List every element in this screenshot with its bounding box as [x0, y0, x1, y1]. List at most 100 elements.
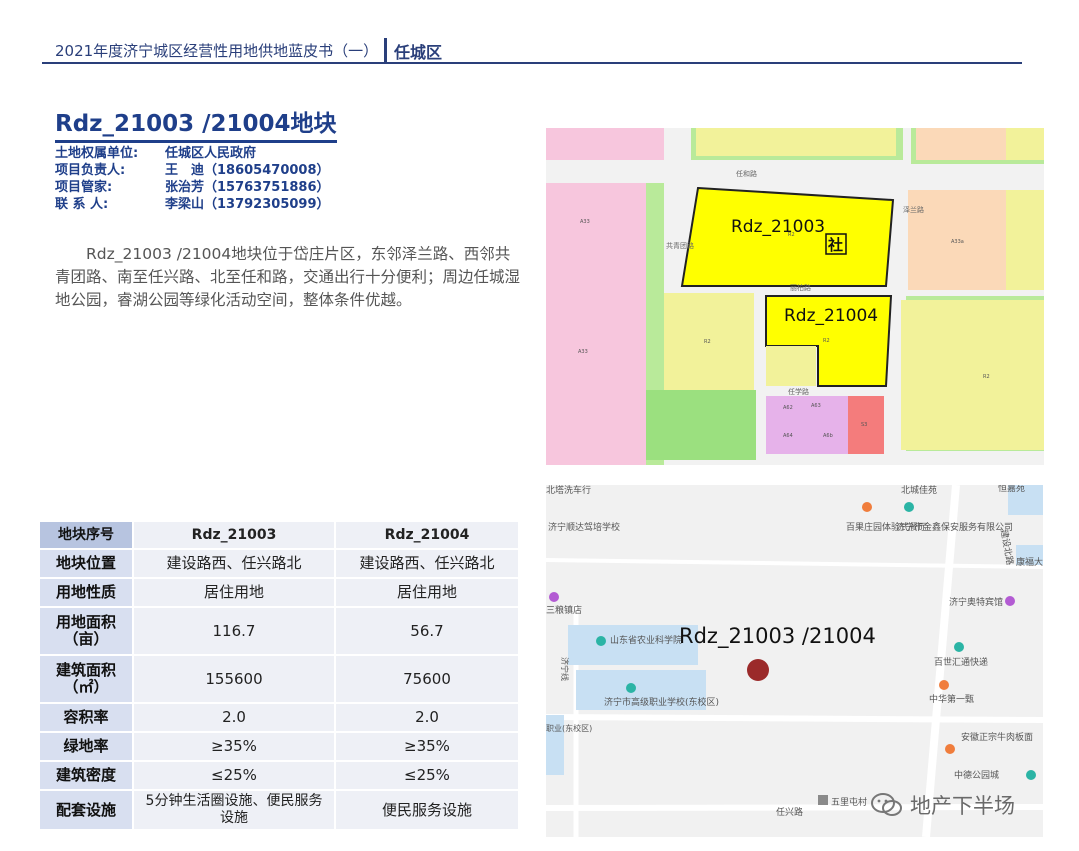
- zone-code: A62: [783, 405, 793, 411]
- zone-code: A64: [783, 433, 793, 439]
- poi-label: 恒嘉苑: [998, 485, 1025, 494]
- info-key: 项目管家:: [55, 180, 113, 195]
- road-label: 丽柏路: [790, 283, 811, 292]
- info-value: 李梁山（13792305099）: [165, 197, 330, 212]
- row-value: 建设路西、任兴路北: [334, 550, 518, 577]
- poi-label: 职业(东校区): [546, 723, 592, 733]
- document-header-title: 2021年度济宁城区经营性用地供地蓝皮书（一）: [55, 42, 379, 60]
- row-label: 用地性质: [40, 579, 132, 606]
- zone-code: R2: [788, 232, 795, 238]
- location-map-label: Rdz_21003 /21004: [679, 624, 876, 649]
- poi-label: 五里屯村: [831, 796, 867, 808]
- header-divider: [384, 38, 387, 62]
- row-value: ≥35%: [132, 733, 334, 760]
- row-label: 绿地率: [40, 733, 132, 760]
- row-value: 居住用地: [132, 579, 334, 606]
- poi-label: 济宁市金鑫保安服务有限公司: [896, 521, 1013, 533]
- parcel-facts-table: 地块序号 Rdz_21003 Rdz_21004 地块位置 建设路西、任兴路北 …: [40, 520, 518, 831]
- row-value: 75600: [334, 656, 518, 702]
- poi-marker-icon: [1005, 596, 1015, 606]
- table-header-cell: Rdz_21003: [132, 522, 334, 548]
- info-value: 任城区人民政府: [165, 146, 257, 161]
- row-label: 容积率: [40, 704, 132, 731]
- site-marker-icon: [747, 659, 769, 681]
- poi-marker-icon: [818, 795, 828, 805]
- info-key: 联 系 人:: [55, 197, 109, 212]
- info-value: 王 迪（18605470008）: [165, 163, 330, 178]
- poi-label: 济宁线: [560, 657, 570, 681]
- poi-label: 任兴路: [776, 806, 803, 818]
- table-row: 配套设施 5分钟生活圈设施、便民服务设施 便民服务设施: [40, 791, 518, 829]
- road-label: 任和路: [736, 169, 757, 178]
- row-label: 地块位置: [40, 550, 132, 577]
- location-map-svg: 北塔洗车行 济宁顺达驾培学校 三粮镇店 山东省农业科学院 济宁市高级职业学校(东…: [546, 485, 1043, 837]
- poi-label: 济宁奥特宾馆: [949, 596, 1003, 608]
- road-label: 任学路: [788, 387, 809, 396]
- zone-pink: [546, 128, 664, 160]
- table-row: 用地性质 居住用地 居住用地: [40, 579, 518, 606]
- zone-lightyellow: [1006, 128, 1044, 160]
- zone-code: A33: [580, 219, 590, 225]
- row-value: 155600: [132, 656, 334, 702]
- poi-marker-icon: [945, 744, 955, 754]
- poi-marker-icon: [954, 642, 964, 652]
- zone-green: [646, 390, 756, 460]
- poi-label: 百世汇通快递: [934, 656, 988, 668]
- table-row: 用地面积（亩） 116.7 56.7: [40, 608, 518, 654]
- parcel-description: Rdz_21003 /21004地块位于岱庄片区，东邻泽兰路、西邻共青团路、南至…: [55, 245, 521, 309]
- poi-label: 安徽正宗牛肉板面: [961, 731, 1033, 743]
- district-label: 任城区: [394, 43, 443, 62]
- poi-label: 北城佳苑: [901, 485, 937, 496]
- info-row-manager: 项目负责人: 王 迪（18605470008）: [55, 162, 330, 179]
- community-badge: 社: [827, 236, 843, 254]
- zone-code: A6b: [823, 433, 833, 439]
- row-value: 建设路西、任兴路北: [132, 550, 334, 577]
- poi-label: 康福大: [1016, 556, 1043, 568]
- table-header-cell: Rdz_21004: [334, 522, 518, 548]
- info-row-contact: 联 系 人: 李梁山（13792305099）: [55, 196, 330, 213]
- zone-lightyellow: [1006, 190, 1044, 290]
- road-label: 共青团路: [666, 241, 694, 250]
- zone-code: R2: [823, 338, 830, 344]
- info-row-steward: 项目管家: 张治芳（15763751886）: [55, 179, 330, 196]
- zone-code: R2: [983, 374, 990, 380]
- poi-label: 中华第一甄: [929, 693, 974, 705]
- watermark: 地产下半场: [870, 790, 1015, 820]
- row-value: 5分钟生活圈设施、便民服务设施: [132, 791, 334, 829]
- zone-code: R2: [704, 339, 711, 345]
- poi-label: 济宁市高级职业学校(东校区): [604, 696, 719, 708]
- watermark-text: 地产下半场: [910, 794, 1015, 818]
- info-key: 土地权属单位:: [55, 146, 139, 161]
- wechat-icon: [871, 793, 902, 816]
- location-map: 北塔洗车行 济宁顺达驾培学校 三粮镇店 山东省农业科学院 济宁市高级职业学校(东…: [546, 485, 1043, 837]
- zoning-plan-svg: Rdz_21003 社 Rdz_21004 任和路 泽兰路 共青团路 丽柏路 任…: [546, 128, 1044, 465]
- zone-code: A33: [578, 349, 588, 355]
- zone-code: S3: [861, 422, 867, 428]
- info-row-owner: 土地权属单位: 任城区人民政府: [55, 145, 330, 162]
- parcel-21004-label: Rdz_21004: [784, 306, 878, 326]
- info-key: 项目负责人:: [55, 163, 126, 178]
- poi-marker-icon: [1026, 770, 1036, 780]
- poi-marker-icon: [862, 502, 872, 512]
- table-header-row: 地块序号 Rdz_21003 Rdz_21004: [40, 522, 518, 548]
- zoning-plan-map: Rdz_21003 社 Rdz_21004 任和路 泽兰路 共青团路 丽柏路 任…: [546, 128, 1044, 465]
- zone-code: A33a: [951, 239, 964, 245]
- row-label: 建筑面积（㎡）: [40, 656, 132, 702]
- row-value: 2.0: [132, 704, 334, 731]
- table-row: 地块位置 建设路西、任兴路北 建设路西、任兴路北: [40, 550, 518, 577]
- poi-marker-icon: [596, 636, 606, 646]
- poi-marker-icon: [904, 502, 914, 512]
- row-value: 116.7: [132, 608, 334, 654]
- poi-marker-icon: [626, 683, 636, 693]
- table-row: 建筑密度 ≤25% ≤25%: [40, 762, 518, 789]
- zone-lightyellow: [901, 300, 1044, 450]
- row-label: 建筑密度: [40, 762, 132, 789]
- poi-marker-icon: [939, 680, 949, 690]
- row-value: ≤25%: [334, 762, 518, 789]
- table-header-cell: 地块序号: [40, 522, 132, 548]
- row-value: 2.0: [334, 704, 518, 731]
- zone-lightyellow: [696, 128, 896, 156]
- row-value: 56.7: [334, 608, 518, 654]
- poi-label: 三粮镇店: [546, 604, 582, 616]
- row-value: ≤25%: [132, 762, 334, 789]
